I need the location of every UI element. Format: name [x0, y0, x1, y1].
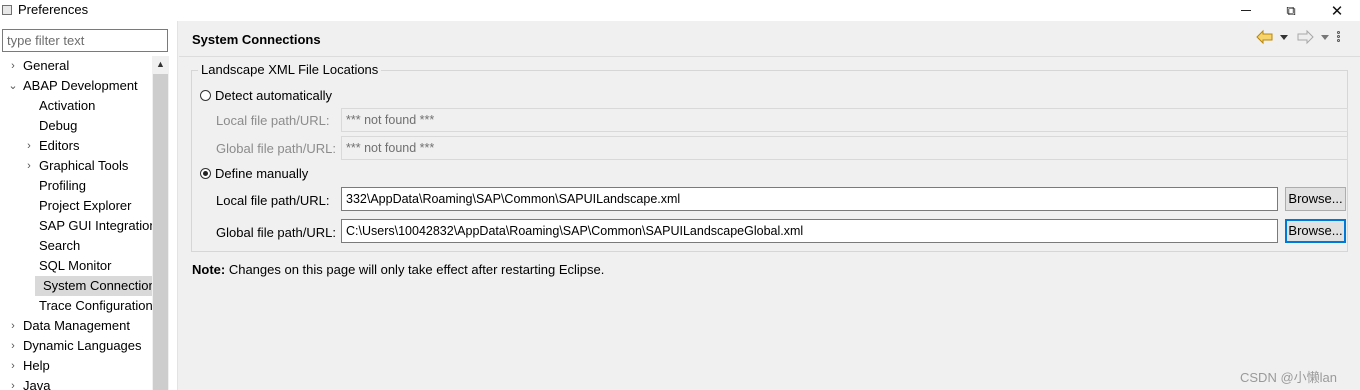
tree-item-label: SQL Monitor [39, 258, 112, 273]
tree-item-abap-development[interactable]: ⌄ ABAP Development [0, 76, 152, 96]
page-header: System Connections [179, 21, 1360, 57]
tree-item-sap-gui-integration[interactable]: SAP GUI Integration [0, 216, 152, 236]
app-icon [2, 5, 12, 15]
auto-global-path-field: *** not found *** [341, 136, 1348, 160]
manual-global-path-input[interactable]: C:\Users\10042832\AppData\Roaming\SAP\Co… [341, 219, 1278, 243]
tree-item-dynamic-languages[interactable]: › Dynamic Languages [0, 336, 152, 356]
forward-arrow-icon[interactable] [1296, 29, 1314, 45]
back-arrow-icon[interactable] [1256, 29, 1274, 45]
scroll-thumb[interactable] [153, 74, 168, 390]
tree-item-project-explorer[interactable]: Project Explorer [0, 196, 152, 216]
note-text: Changes on this page will only take effe… [225, 262, 605, 277]
tree-item-label: Trace Configurations [39, 298, 152, 313]
window-title: Preferences [18, 2, 89, 17]
tree-item-label: Activation [39, 98, 96, 113]
tree-item-label: Graphical Tools [39, 158, 129, 173]
minimize-button[interactable] [1223, 0, 1269, 21]
page-content: Landscape XML File Locations Detect auto… [179, 57, 1360, 390]
vertical-dots-icon[interactable] [1337, 31, 1341, 45]
scroll-up-icon[interactable]: ▲ [152, 56, 169, 73]
tree-item-label: Help [23, 358, 50, 373]
restart-note: Note: Changes on this page will only tak… [192, 262, 604, 277]
tree-item-label: Profiling [39, 178, 86, 193]
tree-scrollbar[interactable]: ▲ [152, 56, 169, 390]
chevron-down-icon[interactable]: ⌄ [7, 76, 19, 96]
detect-automatically-option[interactable]: Detect automatically [200, 86, 332, 104]
tree-item-profiling[interactable]: Profiling [0, 176, 152, 196]
tree-item-java[interactable]: › Java [0, 376, 152, 390]
detect-automatically-label: Detect automatically [215, 87, 333, 103]
auto-global-path-label: Global file path/URL: [216, 141, 336, 156]
back-dropdown-icon[interactable] [1280, 35, 1288, 40]
page-title: System Connections [192, 32, 321, 47]
browse-global-button[interactable]: Browse... [1285, 219, 1346, 243]
manual-local-path-value: 332\AppData\Roaming\SAP\Common\SAPUILand… [346, 192, 681, 206]
tree-item-help[interactable]: › Help [0, 356, 152, 376]
title-bar: Preferences ⧉ ✕ [0, 0, 1360, 21]
manual-local-path-label: Local file path/URL: [216, 193, 330, 208]
filter-input[interactable] [2, 29, 168, 52]
manual-global-path-value: C:\Users\10042832\AppData\Roaming\SAP\Co… [346, 224, 804, 238]
tree-item-data-management[interactable]: › Data Management [0, 316, 152, 336]
tree-item-sql-monitor[interactable]: SQL Monitor [0, 256, 152, 276]
chevron-right-icon[interactable]: › [7, 356, 19, 376]
tree-item-label: Data Management [23, 318, 130, 333]
tree-item-label: Project Explorer [39, 198, 132, 213]
tree-item-label: SAP GUI Integration [39, 218, 152, 233]
radio-define-manually[interactable] [200, 167, 211, 179]
tree-item-label: Debug [39, 118, 78, 133]
forward-dropdown-icon[interactable] [1321, 35, 1329, 40]
landscape-group: Landscape XML File Locations Detect auto… [191, 62, 1348, 252]
tree-item-label: ABAP Development [23, 78, 138, 93]
restore-button[interactable]: ⧉ [1268, 0, 1314, 21]
group-title: Landscape XML File Locations [198, 62, 382, 77]
manual-global-path-label: Global file path/URL: [216, 225, 336, 240]
tree-item-graphical-tools[interactable]: › Graphical Tools [0, 156, 152, 176]
define-manually-label: Define manually [215, 165, 309, 181]
chevron-right-icon[interactable]: › [7, 376, 19, 390]
tree-item-label: Search [39, 238, 81, 253]
tree-item-label: System Connections [43, 278, 152, 293]
chevron-right-icon[interactable]: › [23, 136, 35, 156]
radio-detect-automatically[interactable] [200, 89, 211, 101]
watermark: CSDN @小懒lan [1240, 370, 1337, 385]
tree-item-system-connections[interactable]: System Connections [35, 276, 152, 296]
tree-item-label: Java [23, 378, 51, 390]
auto-local-path-label: Local file path/URL: [216, 113, 330, 128]
tree-item-search[interactable]: Search [0, 236, 152, 256]
define-manually-option[interactable]: Define manually [200, 164, 308, 182]
tree-item-activation[interactable]: Activation [0, 96, 152, 116]
note-label: Note: [192, 262, 226, 277]
manual-local-path-input[interactable]: 332\AppData\Roaming\SAP\Common\SAPUILand… [341, 187, 1278, 211]
tree-item-debug[interactable]: Debug [0, 116, 152, 136]
chevron-right-icon[interactable]: › [23, 156, 35, 176]
chevron-right-icon[interactable]: › [7, 316, 19, 336]
preference-tree: › General ⌄ ABAP Development Activation Debug… [0, 56, 152, 390]
auto-local-path-field: *** not found *** [341, 108, 1348, 132]
tree-item-editors[interactable]: › Editors [0, 136, 152, 156]
tree-item-label: General [23, 58, 70, 73]
tree-item-label: Editors [39, 138, 80, 153]
tree-item-label: Dynamic Languages [23, 338, 142, 353]
chevron-right-icon[interactable]: › [7, 56, 19, 76]
tree-item-general[interactable]: › General [0, 56, 152, 76]
close-button[interactable]: ✕ [1314, 0, 1360, 21]
tree-item-trace-configurations[interactable]: Trace Configurations [0, 296, 152, 316]
browse-local-button[interactable]: Browse... [1285, 187, 1346, 211]
chevron-right-icon[interactable]: › [7, 336, 19, 356]
